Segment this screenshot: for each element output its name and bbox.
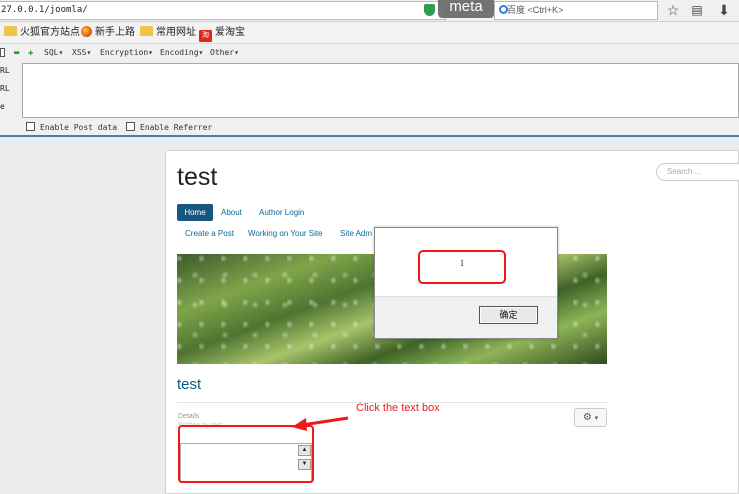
bookmark-item[interactable]: 火狐官方站点 (4, 25, 80, 41)
decrease-icon[interactable]: ▬ (14, 46, 19, 60)
split-url-label[interactable]: RL (0, 84, 10, 93)
hackbar-divider (0, 135, 739, 137)
nav-home[interactable]: Home (177, 204, 213, 221)
gear-icon: ⚙ (582, 412, 592, 423)
bookmark-label: 爱淘宝 (215, 27, 245, 38)
overlay-badge: meta (438, 0, 494, 18)
enable-referrer-checkbox[interactable]: Enable Referrer (126, 122, 212, 133)
chevron-down-icon: ▾ (594, 415, 599, 422)
bookmark-item[interactable]: 淘爱淘宝 (199, 25, 245, 42)
ok-button[interactable]: 确定 (479, 306, 538, 324)
nav-create-post[interactable]: Create a Post (185, 225, 234, 242)
bookmark-label: 常用网址 (156, 27, 196, 38)
hackbar-toggle[interactable] (0, 48, 5, 57)
url-bar[interactable]: 27.0.0.1/joomla/ (0, 1, 446, 20)
bookmark-item[interactable]: 常用网址 (140, 25, 196, 41)
menu-xss[interactable]: XSS▾ (72, 46, 91, 60)
checkbox-box[interactable] (126, 122, 135, 131)
details-label: Details (178, 413, 200, 420)
menu-other[interactable]: Other▾ (210, 46, 239, 60)
search-bar[interactable]: 百度 <Ctrl+K> (494, 1, 658, 20)
taobao-icon: 淘 (199, 30, 212, 42)
site-title[interactable]: test (177, 163, 217, 192)
enable-post-checkbox[interactable]: Enable Post data (26, 122, 117, 133)
folder-icon (140, 26, 153, 36)
folder-icon (4, 26, 17, 36)
load-url-label[interactable]: RL (0, 66, 10, 75)
checkbox-box[interactable] (26, 122, 35, 131)
baidu-icon (499, 5, 508, 14)
menu-sql[interactable]: SQL▾ (44, 46, 63, 60)
hackbar-url-input[interactable] (22, 63, 739, 118)
firefox-icon (81, 26, 92, 37)
shield-icon[interactable] (424, 4, 435, 16)
menu-encoding[interactable]: Encoding▾ (160, 46, 203, 60)
dialog-message: 1 (418, 250, 506, 284)
bookmark-label: 火狐官方站点 (20, 27, 80, 38)
star-icon[interactable]: ☆ (665, 2, 681, 18)
article-title[interactable]: test (177, 376, 201, 393)
nav-author-login[interactable]: Author Login (259, 204, 304, 221)
nav-site-admin[interactable]: Site Adm (340, 225, 372, 242)
annotation-arrow (292, 416, 349, 431)
execute-label[interactable]: e (0, 102, 5, 111)
nav-about[interactable]: About (221, 204, 242, 221)
checkbox-label: Enable Referrer (140, 123, 213, 132)
checkbox-label: Enable Post data (40, 123, 118, 132)
reading-list-icon[interactable]: ▤ (689, 2, 705, 18)
article-options-button[interactable]: ⚙ ▾ (574, 408, 607, 427)
nav-working-on-site[interactable]: Working on Your Site (248, 225, 323, 242)
menu-encryption[interactable]: Encryption▾ (100, 46, 153, 60)
download-icon[interactable]: ⬇ (716, 2, 732, 18)
bookmark-label: 新手上路 (95, 27, 135, 38)
increase-icon[interactable]: ✚ (28, 46, 33, 60)
site-search-input[interactable]: Search ... (656, 163, 739, 181)
bookmark-item[interactable]: 新手上路 (81, 25, 135, 41)
annotation-label: Click the text box (356, 402, 440, 414)
